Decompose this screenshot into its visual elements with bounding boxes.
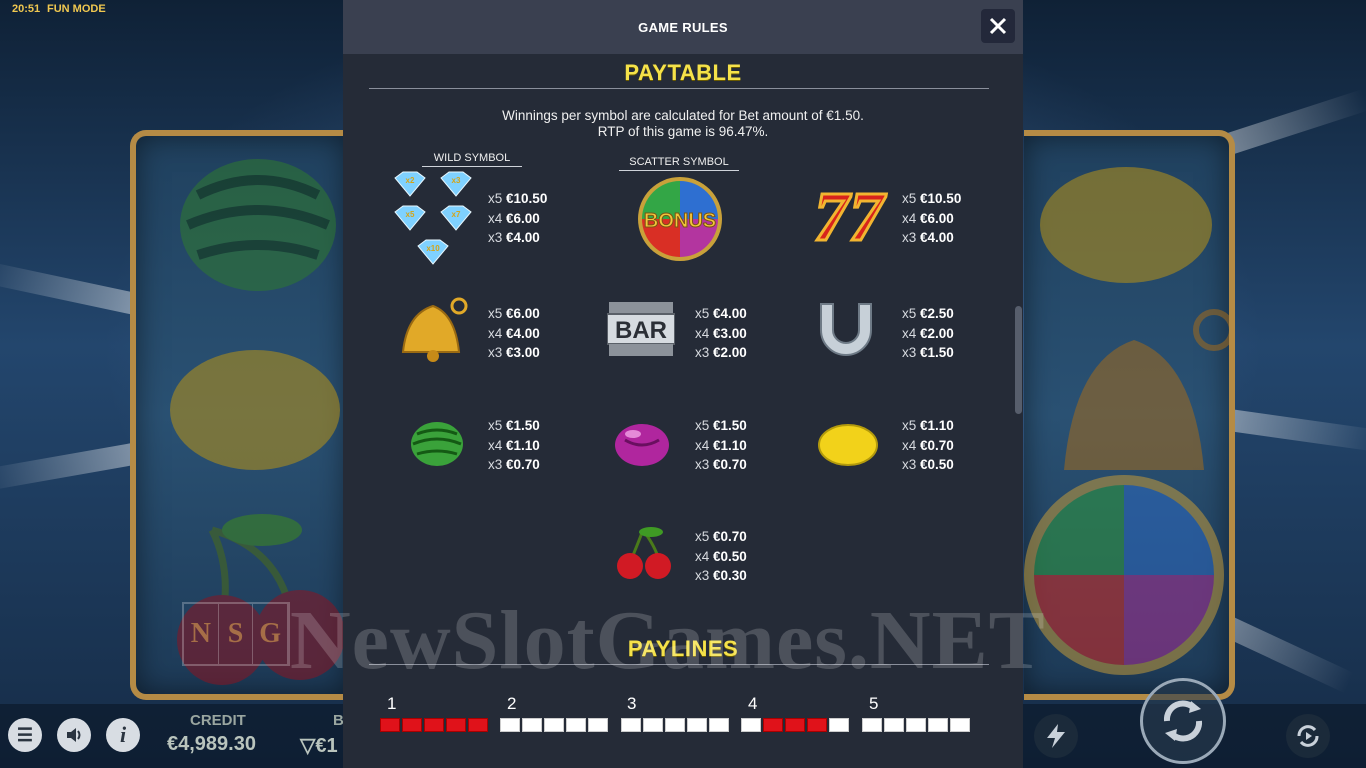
payline-grid-1 xyxy=(380,718,488,732)
payline-cell xyxy=(446,718,466,732)
autoplay-button[interactable] xyxy=(1286,714,1330,758)
horseshoe-payouts: x5 €2.50 x4 €2.00 x3 €1.50 xyxy=(902,306,954,360)
info-button[interactable]: i xyxy=(106,718,140,752)
horseshoe-icon xyxy=(820,303,872,356)
seven-payouts: x5 €10.50 x4 €6.00 x3 €4.00 xyxy=(902,191,962,245)
bell-payouts: x5 €6.00 x4 €4.00 x3 €3.00 xyxy=(488,306,540,360)
modal-title: GAME RULES xyxy=(638,20,728,35)
bet-value[interactable]: ▽€1 xyxy=(300,733,338,758)
bell-icon xyxy=(401,297,468,362)
lemon-icon xyxy=(170,350,340,470)
credit-value: €4,989.30 xyxy=(167,733,256,755)
payline-cell xyxy=(709,718,729,732)
lemon-payouts: x5 €1.10 x4 €0.70 x3 €0.50 xyxy=(902,418,954,472)
close-icon xyxy=(989,17,1007,35)
bonus-text: BONUS xyxy=(644,210,716,232)
seven-text: 77 xyxy=(814,182,887,248)
gem-label: x5 xyxy=(406,210,415,219)
clock: 20:51 xyxy=(12,3,41,15)
bonus-wheel-icon: BONUS xyxy=(638,177,722,261)
payline-number: 3 xyxy=(627,694,637,713)
payline-cell xyxy=(424,718,444,732)
lightning-icon xyxy=(1047,724,1065,748)
watermark-logo: N S G xyxy=(182,602,290,666)
bar-text: BAR xyxy=(615,317,667,344)
scatter-symbol-label: SCATTER SYMBOL xyxy=(619,156,739,171)
paytable-heading: PAYTABLE xyxy=(624,60,742,85)
payline-number: 5 xyxy=(869,694,879,713)
spin-arrows-icon xyxy=(1163,700,1203,742)
payline-cell xyxy=(862,718,882,732)
seven-icon: 77 xyxy=(813,182,889,248)
payline-cell xyxy=(380,718,400,732)
payline-cell xyxy=(588,718,608,732)
bar-icon: BAR xyxy=(607,302,675,356)
payline-cell xyxy=(665,718,685,732)
close-button[interactable] xyxy=(981,9,1015,43)
payline-cell xyxy=(621,718,641,732)
payline-cell xyxy=(785,718,805,732)
payline-grid-2 xyxy=(500,718,608,732)
rtp-info-text: RTP of this game is 96.47%. xyxy=(597,124,769,139)
payline-cell xyxy=(928,718,948,732)
credit-label: CREDIT xyxy=(190,712,246,729)
mode-indicator: FUN MODE xyxy=(47,3,106,15)
payline-cell xyxy=(522,718,542,732)
gem-label: x7 xyxy=(452,210,461,219)
sound-button[interactable] xyxy=(57,718,91,752)
gem-label: x10 xyxy=(426,244,440,253)
payline-cell xyxy=(763,718,783,732)
bet-info-text: Winnings per symbol are calculated for B… xyxy=(502,108,864,123)
payline-cell xyxy=(500,718,520,732)
payline-cell xyxy=(643,718,663,732)
payline-cell xyxy=(807,718,827,732)
lemon-icon xyxy=(1040,167,1212,283)
payline-cell xyxy=(829,718,849,732)
watermelon-payouts: x5 €1.50 x4 €1.10 x3 €0.70 xyxy=(488,418,540,472)
bonus-wheel-icon xyxy=(1024,475,1224,675)
menu-button[interactable]: ☰ xyxy=(8,718,42,752)
wild-diamonds-icon: x2 x3 x5 x7 x10 xyxy=(394,171,472,265)
watermelon-icon xyxy=(411,422,463,466)
speaker-icon xyxy=(67,728,81,742)
watermelon-icon xyxy=(180,159,336,291)
autoplay-icon xyxy=(1297,725,1319,747)
payline-cell xyxy=(402,718,422,732)
bar-payouts: x5 €4.00 x4 €3.00 x3 €2.00 xyxy=(695,306,747,360)
payline-number: 1 xyxy=(387,694,397,713)
payline-cell xyxy=(544,718,564,732)
turbo-button[interactable] xyxy=(1034,714,1078,758)
lemon-icon xyxy=(818,424,878,466)
plum-payouts: x5 €1.50 x4 €1.10 x3 €0.70 xyxy=(695,418,747,472)
payline-grid-5 xyxy=(862,718,970,732)
payline-cell xyxy=(566,718,586,732)
payline-grid-3 xyxy=(621,718,729,732)
plum-icon xyxy=(615,424,669,466)
spin-button[interactable] xyxy=(1140,678,1226,764)
cherry-icon xyxy=(617,527,671,579)
payline-cell xyxy=(741,718,761,732)
payline-cell xyxy=(468,718,488,732)
payline-grid-4 xyxy=(741,718,849,732)
cherry-payouts: x5 €0.70 x4 €0.50 x3 €0.30 xyxy=(695,529,747,583)
payline-cell xyxy=(950,718,970,732)
wild-symbol-label: WILD SYMBOL xyxy=(422,152,522,167)
scrollbar-thumb[interactable] xyxy=(1015,306,1022,414)
gem-label: x2 xyxy=(406,176,415,185)
payline-cell xyxy=(906,718,926,732)
info-icon: i xyxy=(119,722,127,747)
payline-cell xyxy=(884,718,904,732)
watermark-text: NewSlotGames.NET xyxy=(290,594,1046,687)
bell-icon xyxy=(1064,309,1229,470)
divider xyxy=(369,88,989,89)
payline-number: 4 xyxy=(748,694,758,713)
wild-payouts: x5 €10.50 x4 €6.00 x3 €4.00 xyxy=(488,191,548,245)
hamburger-icon: ☰ xyxy=(16,724,34,745)
payline-number: 2 xyxy=(507,694,517,713)
gem-label: x3 xyxy=(452,176,461,185)
payline-cell xyxy=(687,718,707,732)
